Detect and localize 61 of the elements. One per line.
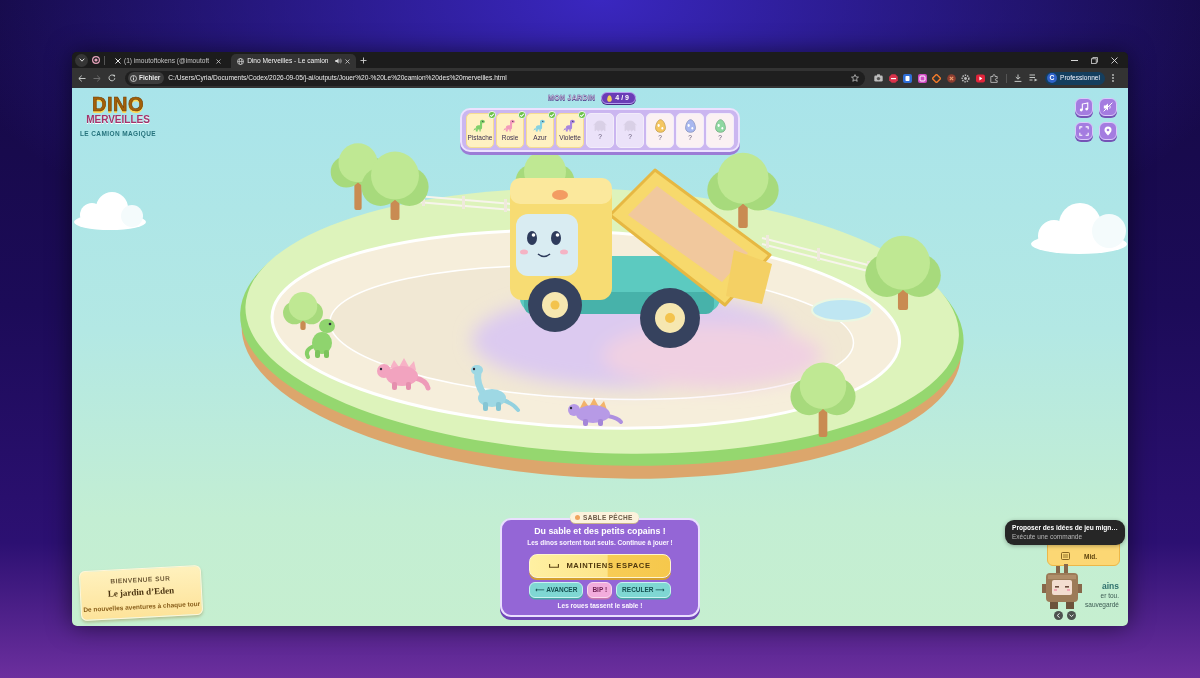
- tab-list-button[interactable]: [75, 53, 88, 67]
- music-note-icon: [1079, 102, 1089, 112]
- play-icon[interactable]: [975, 73, 985, 83]
- check-icon: [488, 110, 496, 119]
- forward-icon[interactable]: [93, 74, 101, 82]
- close-icon[interactable]: [1111, 56, 1118, 64]
- chevron-down-icon[interactable]: [1067, 611, 1076, 620]
- fullscreen-button[interactable]: [1075, 122, 1093, 140]
- speaker-muted-icon: [1103, 102, 1113, 112]
- egg-icon: [607, 94, 613, 102]
- close-icon[interactable]: [216, 58, 222, 64]
- pond: [811, 298, 873, 322]
- letter-x-icon: [115, 58, 121, 64]
- star-icon[interactable]: [851, 74, 859, 82]
- sound-off-button[interactable]: [1099, 98, 1117, 116]
- square-icon[interactable]: [903, 73, 912, 83]
- dino-figure: [471, 365, 520, 412]
- globe-icon: [237, 57, 245, 65]
- minimize-icon[interactable]: [1071, 59, 1078, 61]
- board-icon: [1061, 552, 1070, 560]
- side-heading: ains: [1102, 582, 1119, 592]
- fullscreen-icon: [1079, 126, 1089, 136]
- dino-figure: [568, 398, 623, 426]
- info-icon: [130, 74, 137, 82]
- chevron-left-icon[interactable]: [1054, 611, 1063, 620]
- dino-figure: [304, 319, 335, 359]
- gear-icon[interactable]: [961, 73, 970, 83]
- plus-icon[interactable]: [360, 56, 368, 64]
- download-icon[interactable]: [1014, 74, 1022, 82]
- check-icon: [548, 110, 556, 119]
- record-icon[interactable]: [92, 56, 100, 64]
- dot-icon: [575, 515, 580, 520]
- square-icon[interactable]: [917, 73, 927, 83]
- cross-circle-icon[interactable]: [946, 73, 956, 83]
- octagon-icon[interactable]: [888, 73, 898, 83]
- playlist-icon[interactable]: [1029, 74, 1038, 82]
- dino-figure: [377, 358, 431, 391]
- music-button[interactable]: [1075, 98, 1093, 116]
- menu-icon[interactable]: [1111, 74, 1114, 82]
- camera-icon[interactable]: [874, 74, 883, 82]
- reload-icon[interactable]: [108, 74, 116, 82]
- tree: [361, 151, 429, 220]
- chevron-down-icon: [78, 58, 85, 62]
- tree: [283, 291, 323, 330]
- check-icon: [518, 110, 526, 119]
- location-button[interactable]: [1099, 122, 1117, 140]
- restore-icon[interactable]: [1091, 56, 1098, 64]
- cloud: [74, 192, 146, 230]
- mission-title: Du sable et des petits copains !: [534, 526, 666, 538]
- mascot-drawing: [1042, 564, 1082, 610]
- map-pin-icon: [1103, 126, 1113, 136]
- diamond-icon[interactable]: [932, 73, 941, 83]
- garden-name: Le jardin d’Eden: [107, 584, 175, 601]
- space-key-icon: [549, 564, 560, 569]
- check-icon: [578, 110, 586, 119]
- logo-subtitle: MERVEILLES: [86, 114, 150, 126]
- puzzle-icon[interactable]: [990, 73, 999, 83]
- logo-title: DINO: [92, 94, 144, 114]
- back-icon[interactable]: [78, 74, 86, 82]
- close-icon[interactable]: [345, 58, 351, 64]
- speaker-icon[interactable]: [335, 58, 343, 64]
